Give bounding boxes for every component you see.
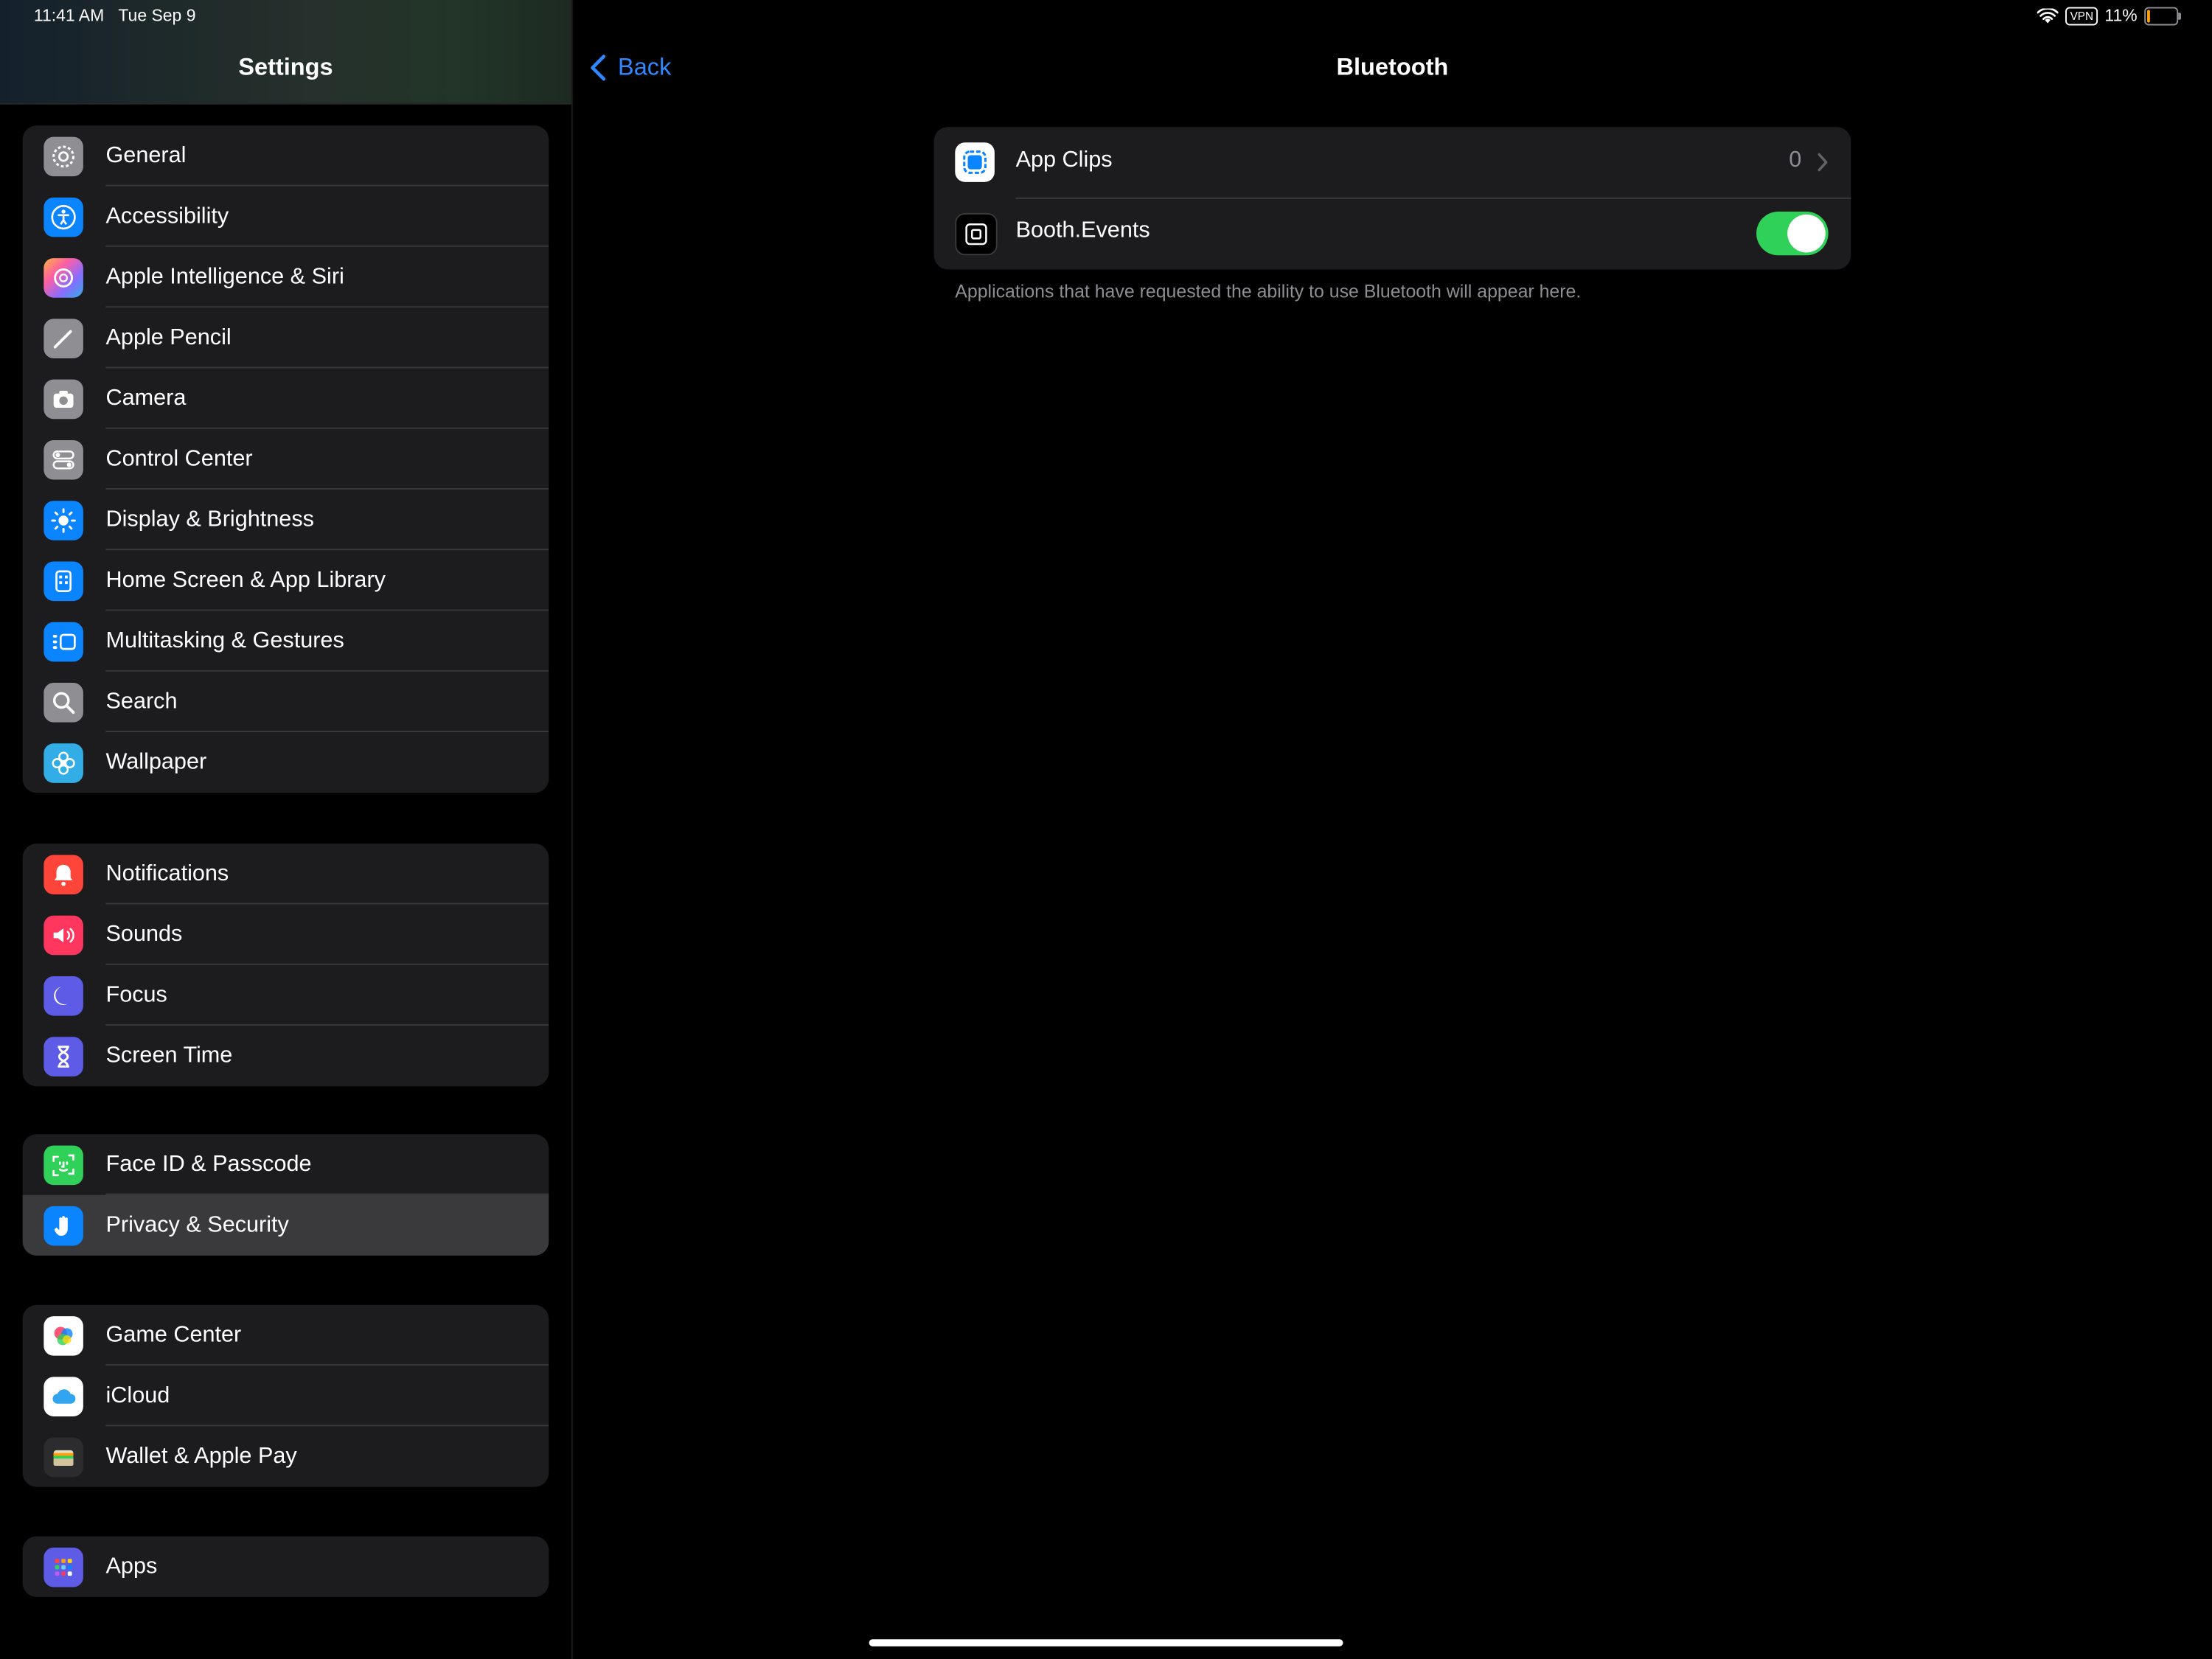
sidebar-item-label: Apps (105, 1554, 158, 1579)
booth-events-app-icon (955, 212, 998, 256)
sidebar-item-label: Face ID & Passcode (105, 1152, 312, 1176)
page-title: Bluetooth (1336, 53, 1449, 81)
sidebar-item-camera[interactable]: Camera (23, 368, 549, 429)
sidebar-item-home-screen[interactable]: Home Screen & App Library (23, 550, 549, 611)
home-indicator[interactable] (869, 1639, 1343, 1646)
sidebar-item-multitasking[interactable]: Multitasking & Gestures (23, 611, 549, 672)
bluetooth-app-list: App Clips 0 Booth.Events (933, 127, 1851, 270)
battery-percent: 11% (2104, 5, 2138, 26)
settings-sidebar: 11:41 AM Tue Sep 9 Settings General Acce… (0, 0, 571, 1659)
sidebar-title: Settings (238, 53, 333, 81)
settings-group-notifications: Notifications Sounds Focus Screen Time (22, 844, 549, 1087)
sidebar-item-label: Game Center (105, 1322, 242, 1347)
battery-icon (2144, 6, 2181, 25)
sidebar-item-label: Sounds (105, 922, 183, 946)
sidebar-item-label: General (105, 143, 187, 167)
sidebar-item-screen-time[interactable]: Screen Time (23, 1026, 549, 1086)
hand-icon (44, 1206, 83, 1246)
settings-group-apps: Apps (22, 1536, 549, 1597)
chevron-right-icon (1818, 153, 1828, 172)
settings-group-system: General Accessibility Apple Intelligence… (22, 125, 549, 793)
pencil-icon (44, 319, 83, 358)
wifi-icon (2037, 7, 2059, 23)
game-center-icon (44, 1316, 83, 1356)
sidebar-item-label: Search (105, 689, 178, 714)
settings-group-security: Face ID & Passcode Privacy & Security (22, 1134, 549, 1256)
sidebar-item-icloud[interactable]: iCloud (23, 1366, 549, 1427)
sidebar-item-sounds[interactable]: Sounds (23, 904, 549, 965)
speaker-icon (44, 915, 83, 956)
sidebar-item-accessibility[interactable]: Accessibility (23, 187, 549, 247)
bell-icon (44, 855, 83, 895)
toggle-knob (1787, 214, 1826, 253)
app-clips-row[interactable]: App Clips 0 (934, 127, 1851, 198)
app-clips-icon (955, 142, 995, 182)
sidebar-item-label: iCloud (105, 1382, 170, 1408)
moon-icon (44, 976, 83, 1016)
sidebar-item-label: Apple Pencil (105, 325, 232, 349)
status-bar-right: VPN 11% (2037, 5, 2181, 26)
camera-icon (44, 379, 83, 420)
sidebar-item-wallpaper[interactable]: Wallpaper (23, 732, 549, 793)
wallet-icon (44, 1437, 83, 1478)
sidebar-item-general[interactable]: General (23, 125, 549, 187)
sidebar-item-display-brightness[interactable]: Display & Brightness (23, 490, 549, 551)
sun-icon (44, 501, 83, 540)
gear-icon (44, 136, 83, 177)
sidebar-item-notifications[interactable]: Notifications (23, 844, 549, 905)
vpn-badge: VPN (2065, 6, 2098, 25)
multitasking-icon (44, 622, 83, 662)
sidebar-item-label: Notifications (105, 861, 229, 886)
status-date: Tue Sep 9 (118, 5, 196, 26)
sidebar-item-label: Home Screen & App Library (105, 568, 386, 592)
sidebar-item-label: Apple Intelligence & Siri (105, 264, 344, 289)
battery-level (2147, 9, 2150, 22)
bluetooth-footnote: Applications that have requested the abi… (955, 280, 1582, 302)
hourglass-icon (44, 1037, 83, 1077)
sidebar-item-control-center[interactable]: Control Center (23, 429, 549, 490)
status-time: 11:41 AM (33, 5, 105, 26)
screen: 11:41 AM Tue Sep 9 Settings General Acce… (0, 0, 2212, 1659)
cloud-icon (44, 1377, 83, 1416)
search-icon (44, 683, 83, 723)
sidebar-item-wallet[interactable]: Wallet & Apple Pay (23, 1426, 549, 1486)
sidebar-item-label: Multitasking & Gestures (105, 628, 344, 653)
sidebar-item-label: Wallpaper (105, 749, 207, 774)
apps-grid-icon (44, 1547, 83, 1587)
sidebar-item-label: Control Center (105, 446, 253, 471)
booth-events-label: Booth.Events (1015, 218, 1150, 243)
booth-events-row: Booth.Events (934, 198, 1851, 268)
sidebar-item-label: Camera (105, 386, 187, 410)
sidebar-item-apple-intelligence[interactable]: Apple Intelligence & Siri (23, 247, 549, 308)
sidebar-header: 11:41 AM Tue Sep 9 Settings (0, 0, 571, 105)
settings-group-accounts: Game Center iCloud Wallet & Apple Pay (22, 1304, 549, 1487)
booth-events-bluetooth-toggle[interactable] (1756, 211, 1829, 256)
sidebar-item-apple-pencil[interactable]: Apple Pencil (23, 307, 549, 369)
apple-intelligence-icon (44, 258, 83, 298)
accessibility-icon (44, 197, 83, 237)
sidebar-item-label: Accessibility (105, 204, 229, 228)
sidebar-item-label: Privacy & Security (105, 1212, 289, 1237)
sidebar-item-apps[interactable]: Apps (23, 1537, 549, 1597)
sidebar-item-face-id[interactable]: Face ID & Passcode (23, 1134, 549, 1195)
split-divider (571, 0, 573, 1659)
home-screen-icon (44, 561, 83, 602)
face-id-icon (44, 1145, 83, 1186)
sidebar-item-search[interactable]: Search (23, 672, 549, 733)
control-center-icon (44, 439, 83, 480)
sidebar-item-focus[interactable]: Focus (23, 965, 549, 1026)
sidebar-item-label: Focus (105, 982, 167, 1007)
sidebar-item-label: Screen Time (105, 1043, 233, 1068)
sidebar-item-game-center[interactable]: Game Center (23, 1305, 549, 1366)
status-time-date: 11:41 AM Tue Sep 9 (34, 6, 196, 26)
app-clips-label: App Clips (1015, 147, 1113, 173)
sidebar-item-privacy-security[interactable]: Privacy & Security (22, 1194, 549, 1256)
sidebar-item-label: Wallet & Apple Pay (105, 1444, 297, 1468)
wallpaper-flower-icon (44, 743, 83, 783)
app-clips-count: 0 (1789, 147, 1802, 173)
sidebar-item-label: Display & Brightness (105, 507, 314, 532)
battery-nub (2178, 12, 2181, 19)
